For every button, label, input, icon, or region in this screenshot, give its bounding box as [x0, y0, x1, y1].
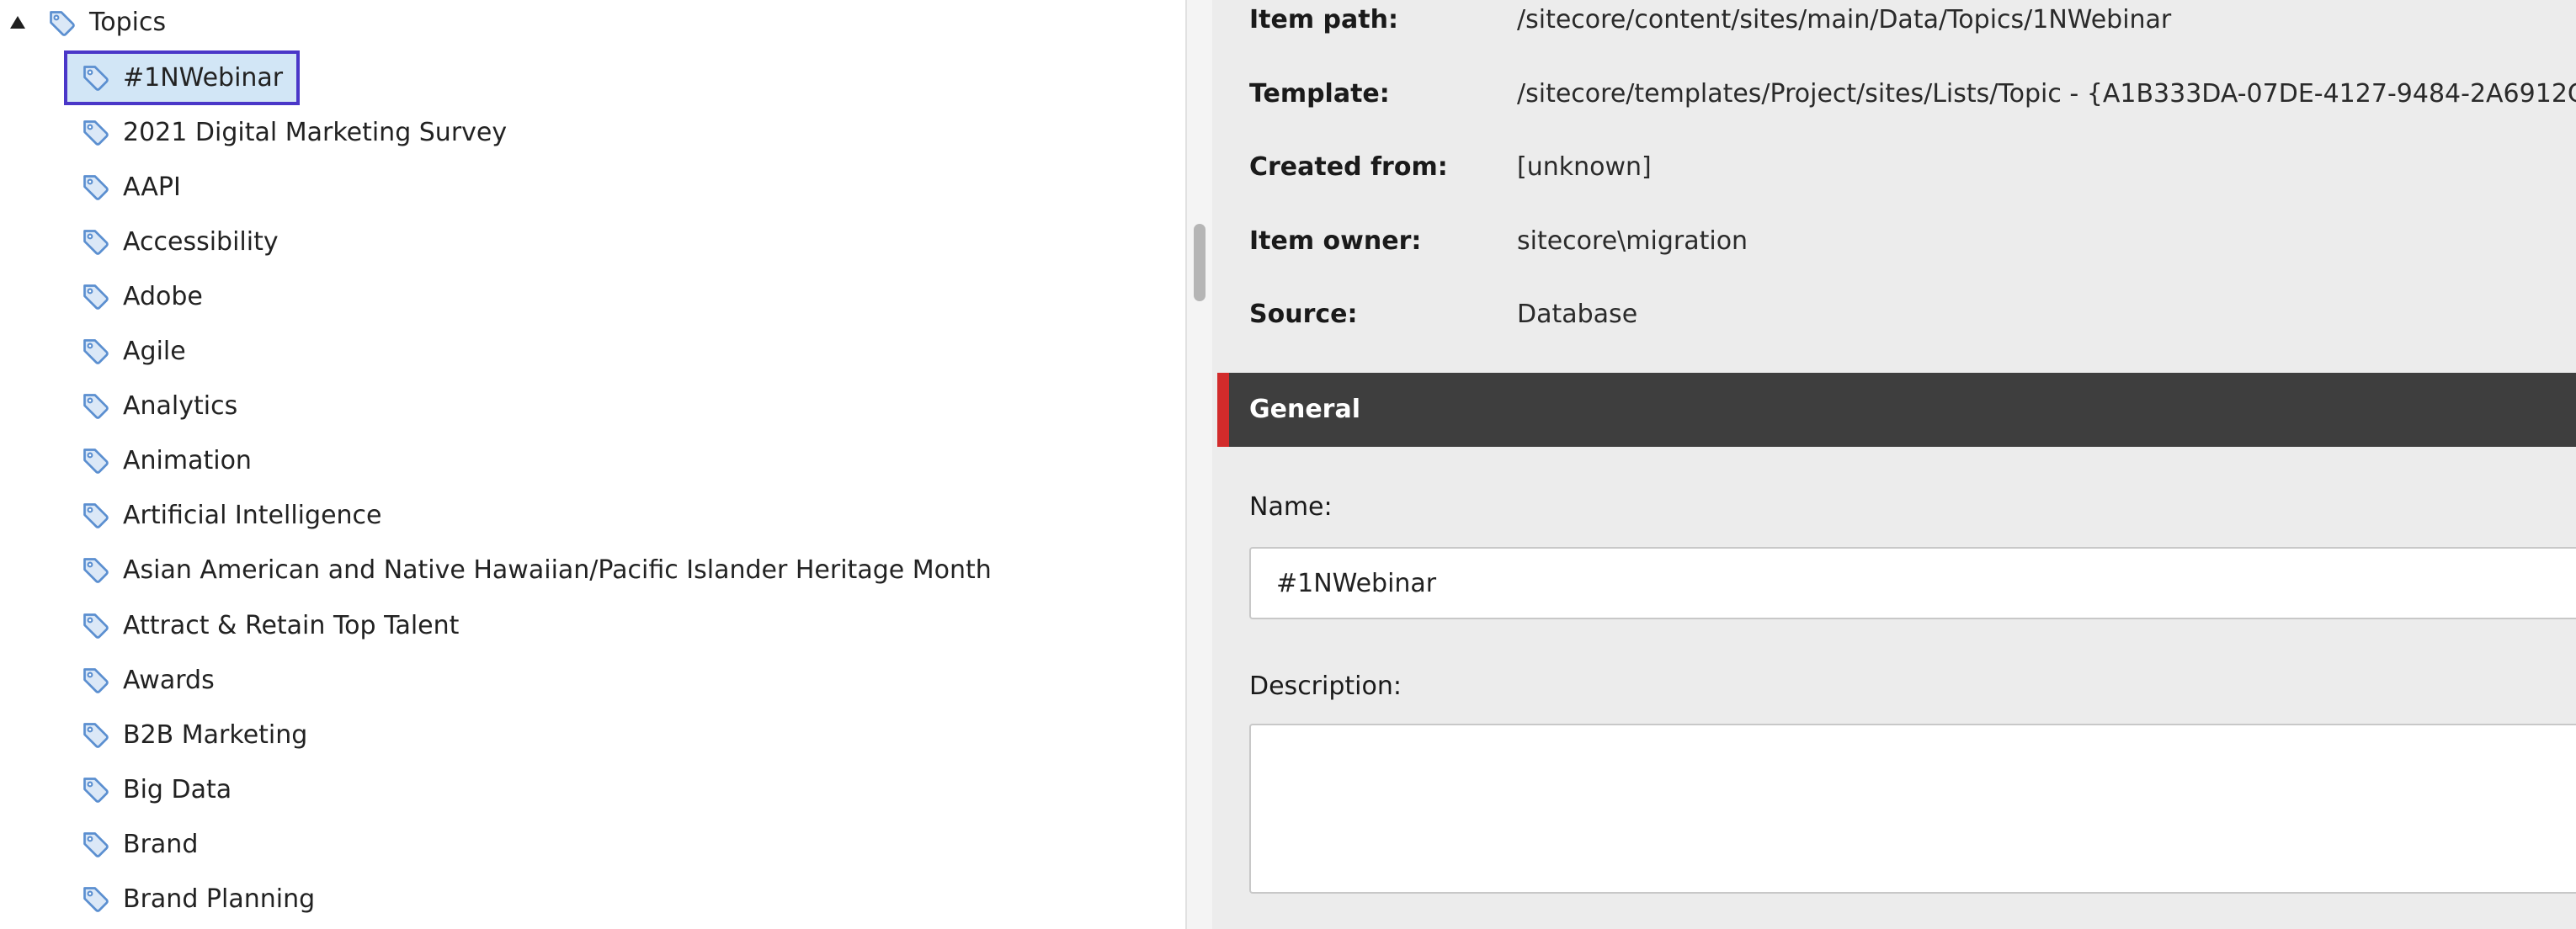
tag-icon-svg — [83, 174, 109, 200]
property-label: Item path: — [1249, 5, 1398, 35]
tree-item-label: Big Data — [123, 774, 232, 804]
tree-item-label: Asian American and Native Hawaiian/Pacif… — [123, 555, 992, 586]
tree-scrollbar[interactable] — [1185, 0, 1212, 929]
name-field[interactable] — [1249, 547, 2576, 619]
tag-icon-svg — [83, 613, 109, 639]
tree-item[interactable]: Brand — [64, 817, 211, 872]
tree-item[interactable]: Asian American and Native Hawaiian/Pacif… — [64, 544, 1005, 598]
tag-icon — [81, 282, 111, 312]
tag-icon — [81, 775, 111, 805]
property-source: Source: Database — [1249, 296, 2576, 333]
section-accent-bar — [1217, 373, 1229, 447]
tree-item[interactable]: Brand Planning — [64, 873, 328, 927]
tree-item[interactable]: #1NWebinar — [64, 50, 301, 105]
tree-item-label: AAPI — [123, 172, 181, 202]
tag-icon — [81, 63, 111, 93]
tag-icon — [81, 555, 111, 586]
tree-item-label: Animation — [123, 446, 252, 476]
description-field-label: Description: — [1249, 672, 1402, 701]
tag-icon — [81, 611, 111, 641]
tree-item[interactable]: Awards — [64, 653, 228, 708]
property-value: sitecore\migration — [1517, 226, 1748, 256]
tree-item-label: Agile — [123, 337, 186, 366]
property-label: Source: — [1249, 300, 1358, 329]
description-field[interactable] — [1249, 724, 2576, 894]
tree-item-label: Brand Planning — [123, 884, 316, 914]
tree-item-label: Awards — [123, 665, 215, 695]
property-value[interactable]: /sitecore/templates/Project/sites/Lists/… — [1517, 76, 2576, 113]
tag-icon — [81, 446, 111, 476]
tree-item-label: Analytics — [123, 391, 238, 422]
tag-icon-svg — [83, 229, 109, 255]
tag-icon-svg — [83, 339, 109, 364]
tag-icon — [81, 337, 111, 367]
scrollbar-thumb[interactable] — [1194, 224, 1206, 301]
tag-icon — [47, 8, 77, 39]
tag-icon — [81, 391, 111, 422]
tag-icon-svg — [83, 394, 109, 419]
section-header-general[interactable]: General — [1217, 373, 2576, 447]
tree-item[interactable]: 2021 Digital Marketing Survey — [64, 105, 520, 160]
property-template: Template: /sitecore/templates/Project/si… — [1249, 76, 2576, 113]
tree-item[interactable]: AAPI — [64, 160, 194, 215]
tag-icon-svg — [83, 887, 109, 912]
content-tree: Topics #1NWebinar 2021 Digital Marketing … — [0, 0, 1185, 929]
tree-node-topics[interactable]: Topics — [0, 0, 505, 47]
tag-icon-svg — [50, 11, 75, 36]
tree-item-label: Adobe — [123, 281, 203, 311]
tag-icon-svg — [83, 449, 109, 474]
tag-icon — [81, 720, 111, 751]
tree-item-label: Artificial Intelligence — [123, 501, 382, 531]
property-item-path: Item path: /sitecore/content/sites/main/… — [1249, 2, 2576, 39]
tree-item[interactable]: Analytics — [64, 380, 251, 434]
tag-icon-svg — [83, 119, 109, 146]
tree-item[interactable]: Adobe — [64, 269, 216, 324]
tree-item[interactable]: Artificial Intelligence — [64, 489, 396, 544]
tag-icon-svg — [83, 832, 109, 857]
property-item-owner: Item owner: sitecore\migration — [1249, 223, 2576, 260]
tree-item[interactable]: Attract & Retain Top Talent — [64, 598, 472, 653]
property-created-from: Created from: [unknown] — [1249, 149, 2576, 186]
item-details-panel: Item path: /sitecore/content/sites/main/… — [1212, 0, 2576, 929]
tree-item-label: Accessibility — [123, 226, 279, 257]
tag-icon — [81, 501, 111, 531]
tree-item-label: B2B Marketing — [123, 719, 308, 750]
tag-icon — [81, 830, 111, 860]
property-value: /sitecore/content/sites/main/Data/Topics… — [1517, 5, 2172, 35]
tag-icon-svg — [83, 65, 109, 91]
tag-icon — [81, 118, 111, 148]
tree-item[interactable]: B2B Marketing — [64, 708, 321, 762]
tree-item[interactable]: Accessibility — [64, 215, 292, 269]
property-label: Item owner: — [1249, 226, 1422, 256]
section-title: General — [1249, 395, 1360, 424]
tag-icon-svg — [83, 284, 109, 310]
tree-item[interactable]: Agile — [64, 325, 200, 380]
tree-item-label: Attract & Retain Top Talent — [123, 610, 460, 640]
property-label: Created from: — [1249, 152, 1448, 182]
tree-item[interactable]: Animation — [64, 434, 265, 489]
tree-item-label: Brand — [123, 829, 199, 859]
tree-root-label: Topics — [89, 8, 167, 37]
tag-icon-svg — [83, 777, 109, 803]
tag-icon — [81, 173, 111, 203]
tag-icon-svg — [83, 503, 109, 529]
tag-icon — [81, 884, 111, 915]
property-value: Database — [1517, 300, 1638, 329]
tag-icon — [81, 666, 111, 696]
tree-item-label: #1NWebinar — [123, 62, 284, 93]
property-value: [unknown] — [1517, 152, 1652, 182]
tree-item[interactable]: Big Data — [64, 762, 245, 817]
tag-icon-svg — [83, 667, 109, 693]
expand-collapse-icon[interactable] — [10, 16, 25, 29]
name-field-label: Name: — [1249, 492, 1333, 522]
tag-icon — [81, 227, 111, 257]
tree-item-label: 2021 Digital Marketing Survey — [123, 117, 508, 147]
tag-icon-svg — [83, 558, 109, 584]
property-label: Template: — [1249, 79, 1390, 109]
tag-icon-svg — [83, 722, 109, 748]
